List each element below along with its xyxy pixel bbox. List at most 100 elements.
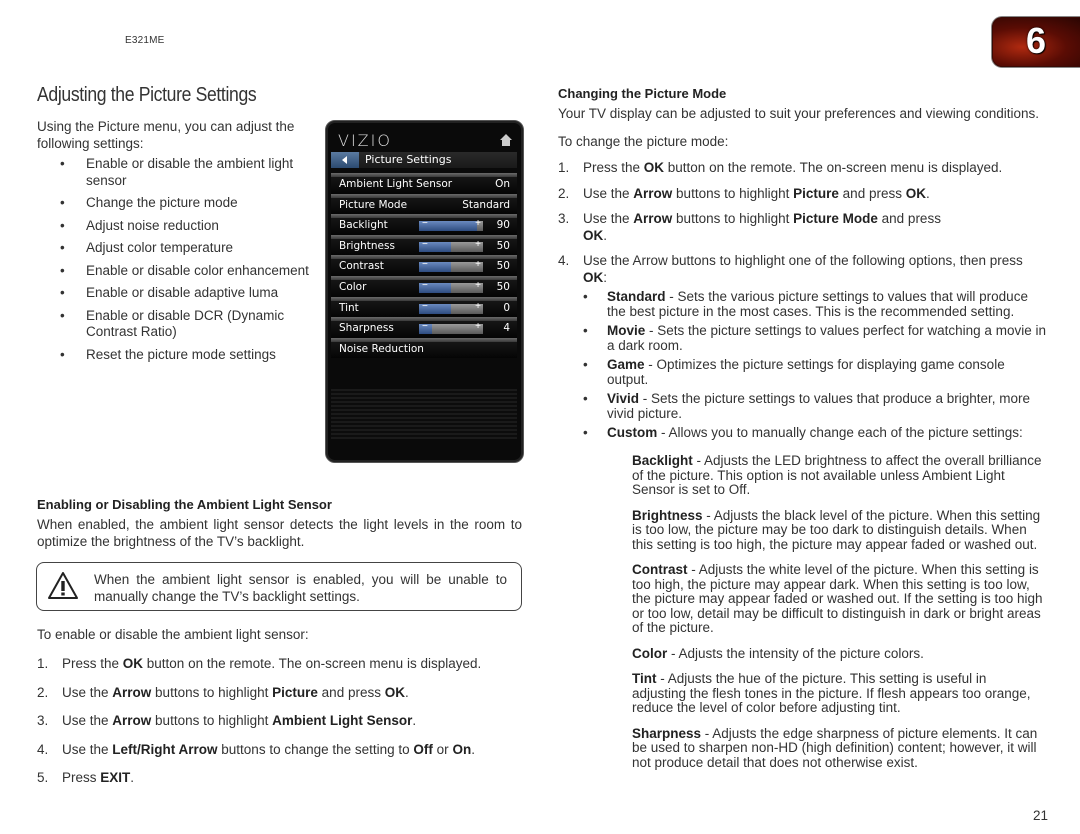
setting-name: Backlight [632, 453, 693, 468]
setting-definition: Brightness - Adjusts the black level of … [632, 507, 1041, 552]
bold-term: Arrow [112, 684, 152, 700]
mode-steps: 1. Press the OK button on the remote. The… [558, 160, 1048, 450]
setting-definition: Color - Adjusts the intensity of the pic… [632, 645, 924, 661]
menu-row-value: 50 [496, 280, 510, 293]
menu-slider[interactable]: − + [419, 321, 483, 335]
option-name: Movie [607, 323, 646, 338]
minus-icon: − [422, 218, 428, 230]
bold-term: OK [643, 160, 665, 175]
step-number: 3. [558, 211, 570, 226]
plus-icon: + [475, 279, 481, 291]
option-name: Custom [607, 425, 658, 440]
bold-term: Picture [272, 684, 318, 700]
minus-icon: − [422, 321, 428, 333]
bold-term: Off [413, 741, 433, 757]
step-number: 4. [37, 741, 49, 757]
menu-title: Picture Settings [365, 153, 452, 166]
mode-option: Game - Optimizes the picture settings fo… [583, 357, 1048, 387]
menu-row[interactable]: Color − +50 [331, 279, 517, 297]
menu-row-label: Brightness [339, 239, 395, 252]
page-number: 21 [1033, 808, 1049, 823]
tv-menu-screenshot: VIZIO Picture Settings Ambient Light Sen… [325, 120, 524, 463]
menu-row[interactable]: Picture Mode Standard [331, 197, 517, 215]
mode-option: Movie - Sets the picture settings to val… [583, 323, 1048, 353]
setting-name: Brightness [632, 507, 703, 523]
setting-name: Contrast [632, 562, 688, 577]
feature-item: Enable or disable adaptive luma [60, 285, 320, 302]
bold-term: OK [122, 656, 144, 671]
mode-body: Your TV display can be adjusted to suit … [558, 106, 1040, 121]
menu-row[interactable]: Tint − +0 [331, 300, 517, 318]
mode-option: Custom - Allows you to manually change e… [583, 425, 1048, 441]
note-text: When the ambient light sensor is enabled… [94, 572, 507, 604]
menu-row-value: Standard [462, 198, 510, 211]
menu-row[interactable]: Brightness − +50 [331, 238, 517, 256]
ambient-body: When enabled, the ambient light sensor d… [37, 517, 522, 549]
plus-icon: + [475, 321, 481, 333]
minus-icon: − [422, 279, 428, 291]
menu-row-value: 4 [503, 322, 510, 335]
menu-rows: Ambient Light Sensor On Picture Mode Standa… [331, 173, 517, 359]
setting-name: Tint [632, 671, 657, 686]
option-name: Game [607, 357, 645, 372]
step-number: 2. [558, 185, 570, 201]
step-item: 4. Use the Left/Right Arrow buttons to ch… [37, 741, 475, 757]
chapter-tab: 6 [992, 17, 1080, 67]
setting-definition: Backlight - Adjusts the LED brightness t… [632, 453, 1042, 497]
step-number: 2. [37, 684, 49, 700]
bold-term: Picture Mode [793, 211, 878, 226]
mode-options: Standard - Sets the various picture sett… [583, 289, 1048, 441]
custom-definitions: Backlight - Adjusts the LED brightness t… [632, 453, 1044, 781]
bold-term: Arrow [633, 185, 673, 201]
plus-icon: + [475, 238, 481, 250]
menu-slider[interactable]: − + [419, 279, 483, 293]
menu-slider[interactable]: − + [419, 218, 483, 232]
menu-row-label: Picture Mode [339, 198, 408, 211]
bold-term: OK [905, 185, 926, 201]
step-item: 2. Use the Arrow buttons to highlight Pic… [37, 684, 409, 700]
menu-header: Picture Settings [331, 152, 517, 168]
feature-list: Enable or disable the ambient light sens… [60, 156, 320, 369]
option-name: Vivid [607, 391, 640, 406]
menu-slider[interactable]: − + [419, 259, 483, 273]
bold-term: Ambient Light Sensor [272, 713, 413, 728]
bold-term: Arrow [112, 713, 152, 728]
menu-row[interactable]: Backlight − +90 [331, 218, 517, 235]
menu-row[interactable]: Sharpness − +4 [331, 321, 517, 338]
minus-icon: − [422, 300, 428, 312]
ambient-steps: 1. Press the OK button on the remote. The… [37, 656, 527, 799]
menu-slider[interactable]: − + [419, 300, 483, 314]
chapter-number: 6 [1026, 20, 1047, 61]
menu-row-label: Contrast [339, 260, 384, 273]
feature-item: Reset the picture mode settings [60, 347, 320, 364]
step-number: 4. [558, 253, 570, 268]
menu-row-value: 50 [496, 239, 510, 252]
ambient-lead: To enable or disable the ambient light s… [37, 627, 309, 642]
menu-row-label: Sharpness [339, 322, 394, 335]
menu-slider[interactable]: − + [419, 238, 483, 252]
bold-term: Arrow [633, 211, 673, 226]
menu-row-value: 50 [496, 260, 510, 273]
intro-text: Using the Picture menu, you can adjust t… [37, 119, 295, 151]
minus-icon: − [422, 238, 428, 250]
bold-term: OK [583, 269, 604, 285]
menu-row[interactable]: Noise Reduction [331, 341, 517, 359]
model-number: E321ME [125, 35, 165, 46]
back-arrow-icon[interactable] [331, 152, 359, 168]
step-item: 3. Use the Arrow buttons to highlight Amb… [37, 713, 417, 728]
option-name: Standard [607, 289, 666, 304]
menu-row[interactable]: Ambient Light Sensor On [331, 177, 517, 194]
mode-option: Vivid - Sets the picture settings to val… [583, 391, 1048, 421]
menu-row-label: Noise Reduction [339, 342, 424, 355]
step-number: 1. [558, 160, 570, 175]
mode-heading: Changing the Picture Mode [558, 86, 727, 101]
menu-empty-area [331, 389, 517, 439]
step-item: 1. Press the OK button on the remote. The… [37, 656, 482, 671]
step-item: 2. Use the Arrow buttons to highlight Pic… [558, 185, 930, 201]
menu-row-label: Backlight [339, 219, 388, 232]
minus-icon: − [422, 259, 428, 271]
feature-item: Change the picture mode [60, 195, 320, 212]
setting-definition: Tint - Adjusts the hue of the picture. T… [632, 671, 1031, 715]
home-icon [500, 134, 512, 146]
menu-row[interactable]: Contrast − + 50 [331, 259, 517, 276]
